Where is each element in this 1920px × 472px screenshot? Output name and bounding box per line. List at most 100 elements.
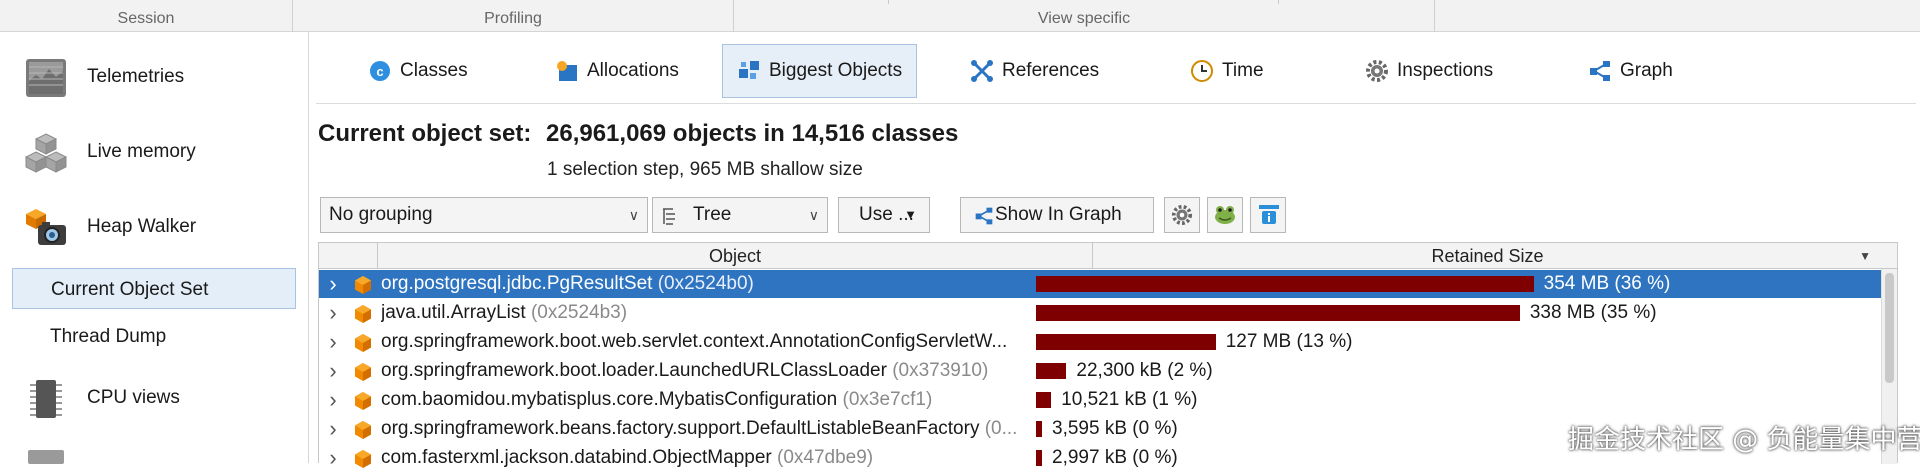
object-id: (0x2524b0) — [657, 273, 754, 294]
tab-label: Allocations — [587, 60, 679, 81]
sidebar-item-label: Live memory — [87, 141, 196, 162]
grouping-select[interactable]: No grouping ∨ — [320, 197, 648, 233]
tab-time[interactable]: Time — [1176, 44, 1278, 98]
object-class: com.baomidou.mybatisplus.core.MybatisCon… — [381, 389, 838, 410]
watermark: 掘金技术社区 @ 负能量集中营 — [1568, 425, 1920, 455]
references-icon — [971, 60, 993, 82]
selection-summary: 1 selection step, 965 MB shallow size — [547, 159, 863, 180]
retained-size-value: 354 MB (36 %) — [1543, 273, 1671, 294]
sort-descending-icon: ▼ — [1859, 249, 1871, 263]
table-row[interactable]: › org.springframework.boot.loader.Launche… — [319, 357, 1881, 385]
retained-size-value: 3,595 kB (0 %) — [1052, 418, 1178, 439]
info-icon — [1259, 205, 1279, 224]
expand-chevron-icon[interactable]: › — [325, 357, 341, 385]
table-row[interactable]: › org.springframework.boot.web.servlet.co… — [319, 328, 1881, 356]
column-header-retained-size[interactable]: Retained Size ▼ — [1094, 243, 1881, 269]
expand-chevron-icon[interactable]: › — [325, 299, 341, 327]
tab-allocations[interactable]: Allocations — [541, 44, 693, 98]
object-set-headline: Current object set: 26,961,069 objects i… — [318, 120, 958, 148]
object-name: org.springframework.boot.loader.Launched… — [381, 357, 1093, 385]
biggest-objects-icon — [739, 61, 759, 79]
object-hexagon-icon — [355, 392, 371, 410]
object-id: (0x3e7cf1) — [842, 389, 933, 410]
heap-walker-icon — [26, 209, 66, 245]
retained-size-bar — [1036, 276, 1534, 292]
tab-graph[interactable]: Graph — [1574, 44, 1687, 98]
sidebar-item-current-object-set[interactable]: Current Object Set — [12, 268, 296, 309]
section-view-specific: View specific — [734, 0, 1435, 32]
table-row[interactable]: › java.util.ArrayList (0x2524b3) 338 MB (3… — [319, 299, 1881, 327]
expand-chevron-icon[interactable]: › — [325, 415, 341, 443]
object-hexagon-icon — [355, 421, 371, 439]
tab-biggest-objects[interactable]: Biggest Objects — [722, 44, 918, 98]
retained-size-bar — [1036, 334, 1216, 350]
section-bar: Session Profiling View specific — [0, 0, 1920, 32]
show-in-graph-button[interactable]: Show In Graph — [960, 197, 1154, 233]
tab-label: Inspections — [1397, 60, 1494, 81]
graph-icon — [1590, 61, 1610, 81]
graph-icon — [975, 207, 993, 225]
object-hexagon-icon — [355, 276, 371, 294]
object-hexagon-icon — [355, 334, 371, 352]
retained-size-value: 127 MB (13 %) — [1225, 331, 1353, 352]
retained-size-value: 22,300 kB (2 %) — [1076, 360, 1213, 381]
grouping-value: No grouping — [329, 204, 433, 225]
show-in-graph-label: Show In Graph — [995, 204, 1122, 225]
expand-chevron-icon[interactable]: › — [325, 270, 341, 298]
settings-button[interactable] — [1164, 197, 1200, 233]
retained-size-bar — [1036, 450, 1042, 466]
object-class: java.util.ArrayList — [381, 302, 526, 323]
tab-classes[interactable]: c Classes — [354, 44, 482, 98]
object-name: com.fasterxml.jackson.databind.ObjectMap… — [381, 444, 1093, 472]
sidebar-item-cpu-views[interactable]: CPU views — [0, 370, 309, 426]
sidebar: Telemetries Live memory Heap Walker Curr… — [0, 32, 309, 464]
sidebar-item-live-memory[interactable]: Live memory — [0, 124, 309, 180]
chevron-down-icon: ∨ — [628, 207, 639, 223]
column-header-object[interactable]: Object — [377, 243, 1093, 269]
sidebar-item-telemetries[interactable]: Telemetries — [0, 49, 309, 105]
object-name: org.springframework.boot.web.servlet.con… — [381, 328, 1093, 356]
info-button[interactable] — [1250, 197, 1286, 233]
expand-chevron-icon[interactable]: › — [325, 328, 341, 356]
view-mode-select[interactable]: Tree ∨ — [652, 197, 828, 233]
gear-icon — [1171, 204, 1193, 226]
object-class: org.springframework.beans.factory.suppor… — [381, 418, 980, 439]
object-name: java.util.ArrayList (0x2524b3) — [381, 299, 1093, 327]
retained-size-bar — [1036, 392, 1052, 408]
time-icon — [1191, 60, 1213, 82]
headline-value: 26,961,069 objects in 14,516 classes — [546, 120, 959, 147]
gear-icon — [1366, 60, 1388, 82]
cpu-views-icon — [30, 380, 62, 418]
allocations-icon — [557, 61, 577, 81]
use-menu-button[interactable]: Use ... ▼ — [838, 197, 930, 233]
classes-icon: c — [370, 61, 390, 81]
sidebar-item-thread-dump[interactable]: Thread Dump — [12, 316, 296, 357]
sidebar-item-label: CPU views — [87, 387, 180, 408]
object-hexagon-icon — [355, 305, 371, 323]
table-row[interactable]: › com.baomidou.mybatisplus.core.MybatisCo… — [319, 386, 1881, 414]
retained-size-bar — [1036, 421, 1042, 437]
object-id: (0x2524b3) — [530, 302, 628, 323]
retained-size-value: 2,997 kB (0 %) — [1052, 447, 1178, 468]
svg-text:c: c — [376, 64, 383, 79]
expand-chevron-icon[interactable]: › — [325, 386, 341, 414]
tab-label: Biggest Objects — [769, 60, 903, 81]
sidebar-item-heap-walker[interactable]: Heap Walker — [0, 199, 309, 255]
object-id: (0... — [984, 418, 1018, 439]
tab-inspections[interactable]: Inspections — [1351, 44, 1507, 98]
inspect-button[interactable] — [1207, 197, 1243, 233]
tab-references[interactable]: References — [956, 44, 1113, 98]
expand-chevron-icon[interactable]: › — [325, 444, 341, 472]
sidebar-item-label: Telemetries — [87, 66, 185, 87]
tree-icon — [663, 208, 675, 225]
object-id: (0x47dbe9) — [777, 447, 874, 468]
tab-label: Graph — [1620, 60, 1673, 81]
tab-label: References — [1002, 60, 1100, 81]
table-row[interactable]: › org.postgresql.jdbc.PgResultSet (0x2524… — [319, 270, 1881, 298]
table-header: Object Retained Size ▼ — [319, 243, 1897, 269]
object-name: org.postgresql.jdbc.PgResultSet (0x2524b… — [381, 270, 1093, 298]
scrollbar-thumb[interactable] — [1885, 273, 1894, 383]
object-class: org.springframework.boot.web.servlet.con… — [381, 331, 1008, 352]
next-nav-icon — [28, 450, 64, 464]
object-class: org.postgresql.jdbc.PgResultSet — [381, 273, 653, 294]
